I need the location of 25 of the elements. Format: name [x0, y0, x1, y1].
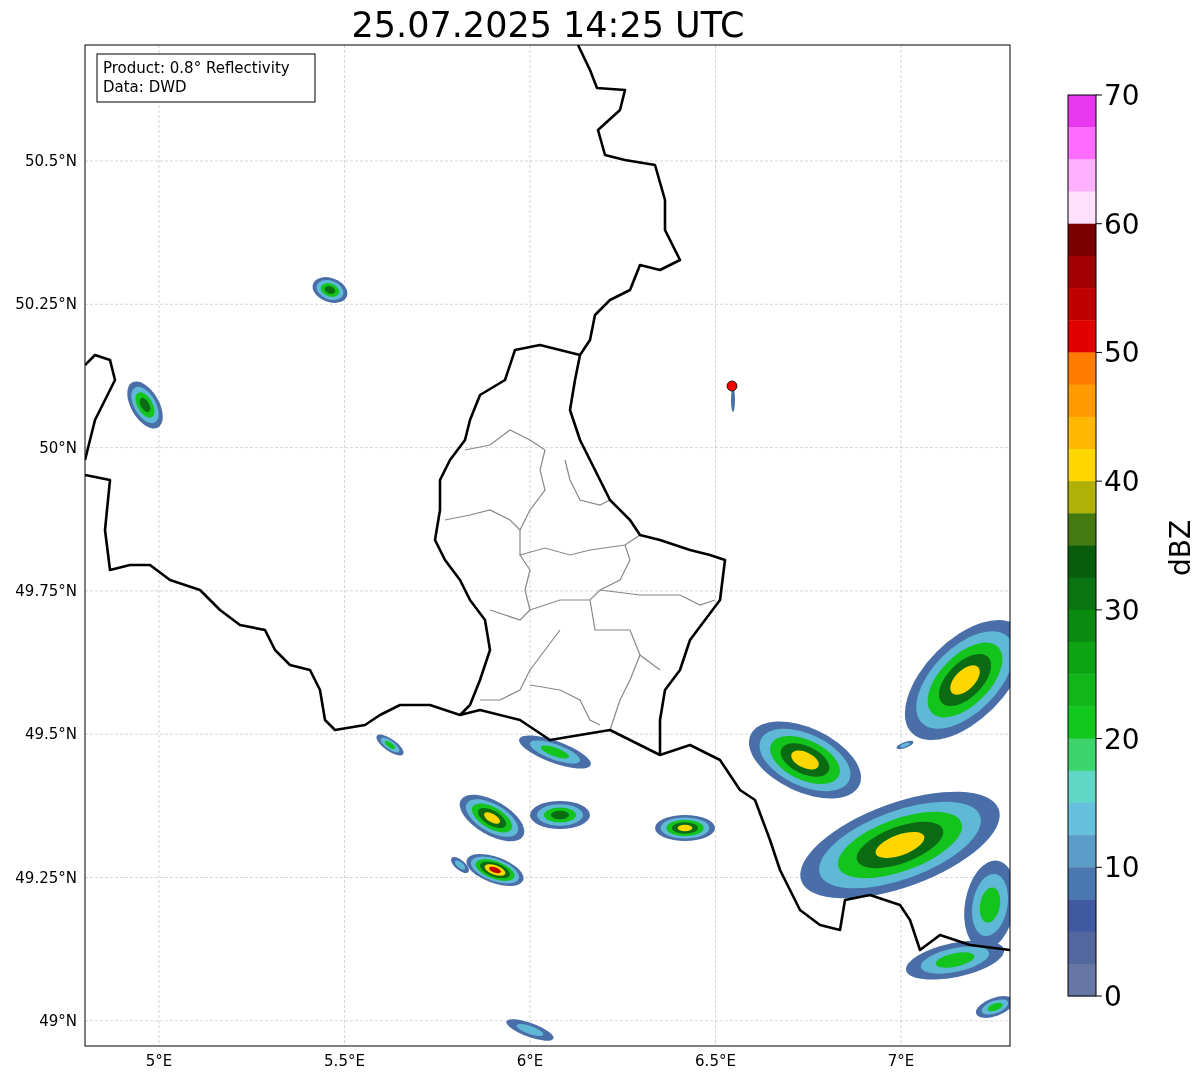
axis-tick-label: 49°N [39, 1011, 77, 1030]
axis-tick-label: 49.75°N [15, 581, 77, 600]
axis-tick-label: 5°E [145, 1052, 173, 1070]
info-text: Product: 0.8° Reflectivity [103, 59, 290, 77]
colorbar-tick-label: 30 [1104, 593, 1140, 627]
axis-tick-label: 7°E [887, 1052, 915, 1070]
radar-site-marker [726, 380, 738, 392]
axis-tick-label: 50.5°N [24, 152, 77, 170]
colorbar-tick-label: 0 [1104, 980, 1122, 1013]
colorbar-tick-label: 60 [1104, 207, 1140, 241]
chart-title: 25.07.2025 14:25 UTC [351, 5, 745, 45]
colorbar-tick-label: 40 [1104, 465, 1140, 499]
colorbar-tick-label: 70 [1104, 79, 1140, 112]
axis-tick-label: 50.25°N [15, 295, 77, 314]
axis-tick-label: 49.5°N [24, 725, 77, 744]
colorbar-label: dBZ [1164, 519, 1197, 577]
axis-tick-label: 50°N [39, 438, 77, 457]
axis-tick-label: 6.5°E [695, 1052, 736, 1070]
axis-tick-label: 49.25°N [15, 868, 77, 887]
axis-tick-label: 5.5°E [324, 1052, 365, 1070]
info-text: Data: DWD [103, 78, 187, 96]
colorbar-tick-label: 20 [1104, 722, 1140, 756]
colorbar-tick-label: 10 [1104, 851, 1140, 885]
axis-tick-label: 6°E [516, 1052, 544, 1070]
colorbar-tick-label: 50 [1104, 336, 1140, 370]
